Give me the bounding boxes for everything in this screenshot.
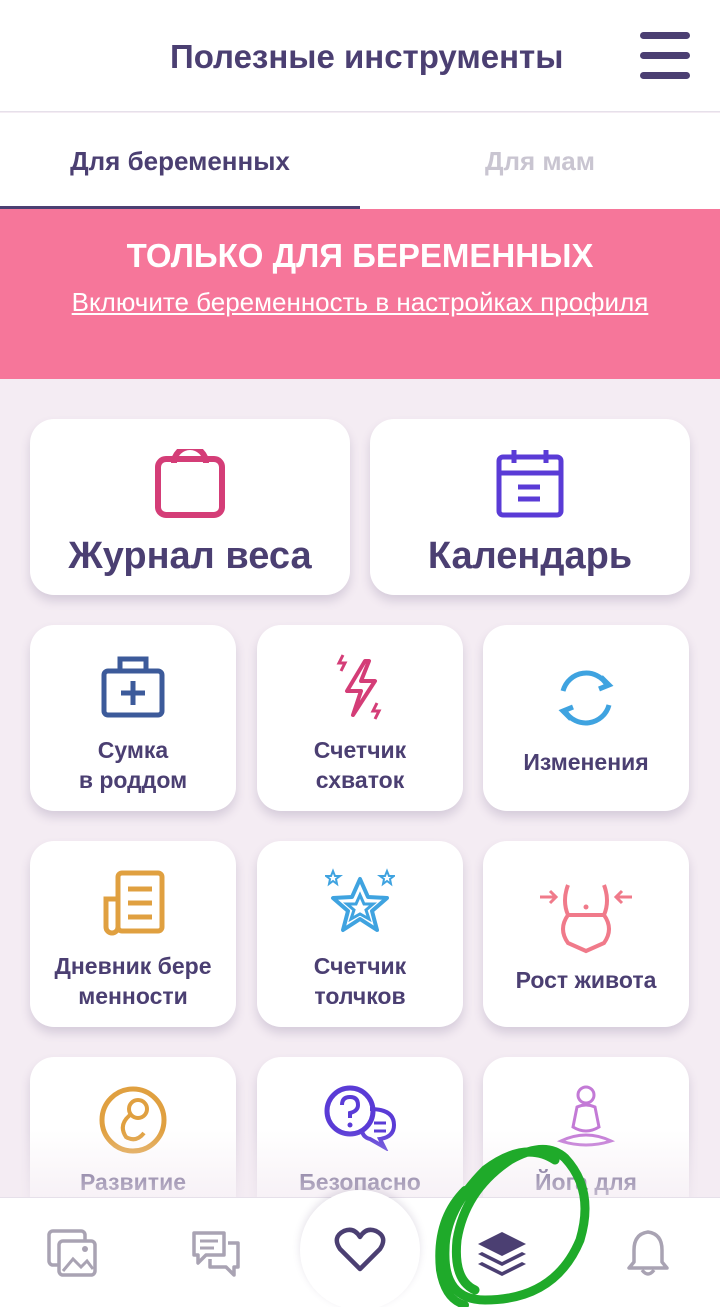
tool-calendar[interactable]: Календарь bbox=[370, 419, 690, 595]
tool-label-line2: схваток bbox=[315, 767, 405, 793]
gallery-icon bbox=[47, 1229, 97, 1277]
tool-label: Йога для bbox=[535, 1169, 637, 1195]
refresh-cycle-icon bbox=[558, 670, 614, 726]
tool-label: Календарь bbox=[427, 535, 633, 577]
tool-belly-growth[interactable]: Рост живота bbox=[483, 841, 689, 1027]
chat-icon bbox=[192, 1231, 240, 1277]
tool-changes[interactable]: Изменения bbox=[483, 625, 689, 811]
tool-weight-journal[interactable]: Журнал веса bbox=[30, 419, 350, 595]
nav-tools[interactable] bbox=[452, 1198, 552, 1307]
yoga-icon bbox=[556, 1085, 616, 1147]
nav-favorites[interactable] bbox=[300, 1190, 420, 1307]
belly-growth-icon bbox=[540, 884, 632, 954]
tool-label: Журнал веса bbox=[68, 535, 312, 577]
tool-label: Рост живота bbox=[515, 967, 657, 993]
pregnancy-only-banner: ТОЛЬКО ДЛЯ БЕРЕМЕННЫХ Включите беременно… bbox=[0, 209, 720, 379]
tab-moms[interactable]: Для мам bbox=[360, 113, 720, 209]
heart-icon bbox=[334, 1227, 386, 1272]
tool-label-line2: менности bbox=[78, 983, 188, 1009]
lightning-icon bbox=[336, 654, 382, 720]
calendar-icon bbox=[496, 450, 564, 518]
scale-icon bbox=[155, 449, 225, 518]
star-icon bbox=[325, 868, 395, 932]
tool-label: Изменения bbox=[523, 749, 649, 775]
tool-label-line1: Сумка bbox=[97, 737, 169, 763]
layers-icon bbox=[478, 1232, 526, 1276]
medical-bag-icon bbox=[101, 656, 165, 718]
bell-icon bbox=[627, 1230, 669, 1276]
tool-label: Развитие bbox=[79, 1169, 186, 1195]
question-chat-icon bbox=[324, 1085, 397, 1151]
diary-icon bbox=[103, 870, 165, 936]
page-title: Полезные инструменты bbox=[170, 38, 564, 75]
tool-label-line2: толчков bbox=[314, 983, 406, 1009]
nav-gallery[interactable] bbox=[22, 1198, 122, 1307]
tool-kick-counter[interactable]: Счетчик толчков bbox=[257, 841, 463, 1027]
tool-contraction-counter[interactable]: Счетчик схваток bbox=[257, 625, 463, 811]
banner-title: ТОЛЬКО ДЛЯ БЕРЕМЕННЫХ bbox=[126, 237, 594, 274]
tool-label-line2: в роддом bbox=[78, 767, 188, 793]
tab-pregnant[interactable]: Для беременных bbox=[0, 113, 360, 209]
fetus-icon bbox=[99, 1086, 167, 1154]
app-header: Полезные инструменты bbox=[0, 0, 720, 112]
tool-label-line1: Дневник бере bbox=[54, 953, 212, 979]
hamburger-menu-icon[interactable] bbox=[640, 30, 692, 82]
nav-notifications[interactable] bbox=[598, 1198, 698, 1307]
nav-chat[interactable] bbox=[166, 1198, 266, 1307]
tool-pregnancy-diary[interactable]: Дневник бере менности bbox=[30, 841, 236, 1027]
tab-bar: Для беременных Для мам bbox=[0, 113, 720, 209]
tool-label-line1: Счетчик bbox=[313, 953, 407, 979]
tool-hospital-bag[interactable]: Сумка в роддом bbox=[30, 625, 236, 811]
profile-settings-link[interactable]: Включите беременность в настройках профи… bbox=[60, 285, 660, 319]
tool-label-line1: Счетчик bbox=[313, 737, 407, 763]
